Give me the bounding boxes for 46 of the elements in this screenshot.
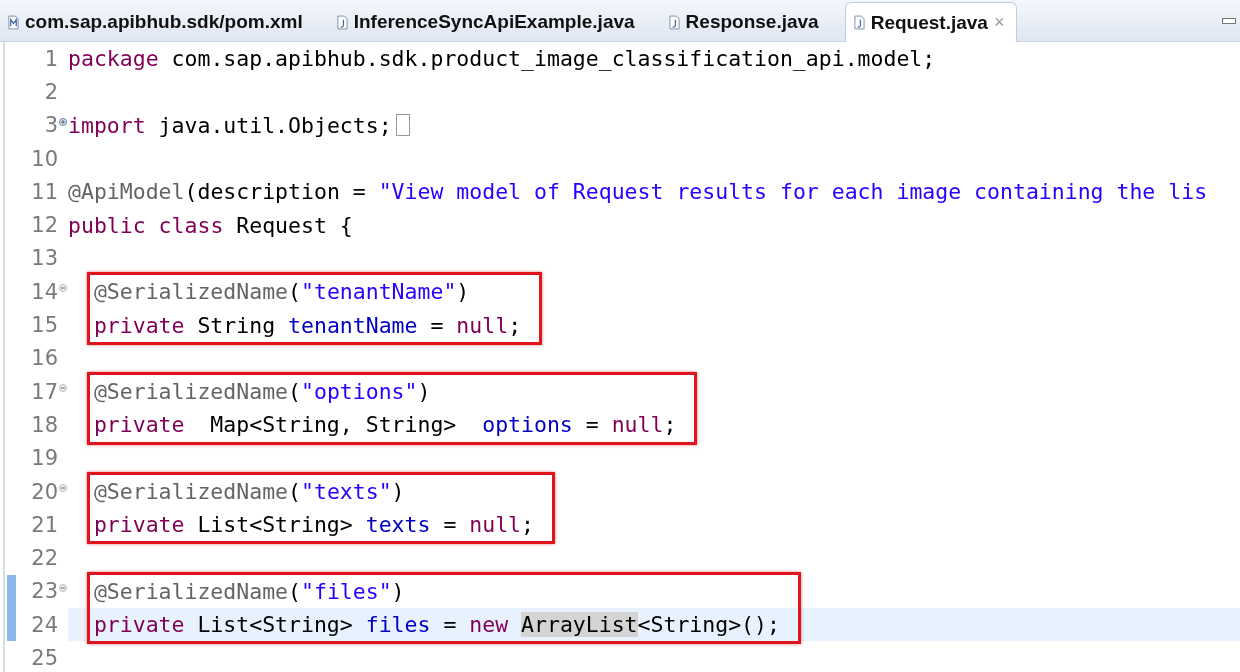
code-line: private List<String> texts = null; [93, 512, 534, 538]
java-file-icon [853, 15, 865, 30]
line-number: 2 [44, 79, 58, 104]
editor-tab[interactable]: Request.java × [844, 2, 1018, 42]
code-line: @SerializedName("tenantName") [93, 279, 470, 305]
code-line: public class Request { [68, 212, 353, 238]
line-number: 18 [31, 412, 58, 437]
line-number: 17 [31, 379, 58, 404]
code-line: private Map<String, String> options = null; [93, 412, 677, 438]
minimize-icon[interactable] [1222, 18, 1236, 26]
collapse-icon[interactable] [59, 383, 67, 392]
line-number: 12 [31, 213, 58, 238]
code-line: private String tenantName = null; [93, 312, 522, 338]
line-number: 1 [44, 46, 58, 71]
line-number: 11 [31, 179, 58, 204]
java-file-icon [336, 14, 348, 30]
code-line: import java.util.Objects; [68, 112, 392, 138]
editor-tab[interactable]: Response.java [660, 3, 831, 41]
line-number: 10 [31, 146, 58, 171]
collapse-icon[interactable] [59, 583, 67, 592]
line-number: 15 [31, 313, 58, 337]
java-file-icon [668, 14, 680, 30]
xml-file-icon [8, 14, 19, 30]
line-number: 22 [31, 546, 58, 571]
code-line: @SerializedName("files") [93, 578, 405, 604]
line-number: 21 [31, 512, 58, 537]
editor-tab[interactable]: com.sap.apibhub.sdk/pom.xml [0, 3, 315, 41]
line-number: 14 [31, 279, 58, 304]
line-number: 3 [44, 113, 58, 138]
line-number: 16 [31, 346, 58, 371]
expand-icon[interactable] [59, 117, 67, 126]
line-number: 13 [31, 246, 58, 271]
code-line: package com.sap.apibhub.sdk.product_image_classification_api.model; [68, 46, 936, 72]
collapse-icon[interactable] [59, 284, 67, 293]
line-number: 24 [31, 612, 58, 637]
folded-code-marker[interactable] [395, 114, 410, 137]
line-number: 19 [31, 446, 58, 471]
code-line: private List<String> files = new ArrayList<String>(); [93, 612, 780, 638]
line-number: 23 [31, 579, 58, 604]
editor-tab[interactable]: InferenceSyncApiExample.java [328, 3, 647, 41]
code-line: @ApiModel(description = "View model of Request results for each image containing the lis [68, 179, 1208, 205]
line-number: 25 [31, 646, 58, 670]
code-line: @SerializedName("options") [93, 379, 431, 405]
line-number: 20 [31, 479, 58, 504]
collapse-icon[interactable] [59, 483, 67, 492]
code-line: @SerializedName("texts") [93, 479, 405, 504]
